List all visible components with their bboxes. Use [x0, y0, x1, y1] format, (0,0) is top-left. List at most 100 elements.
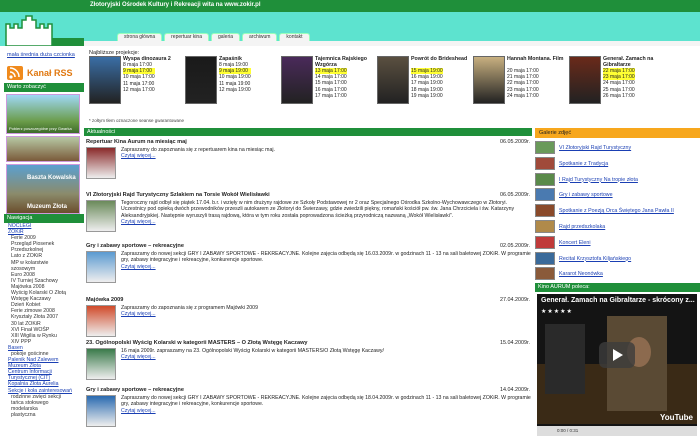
movie-poster[interactable]	[473, 56, 505, 104]
movie-poster[interactable]	[569, 56, 601, 104]
movie-card[interactable]: Generał. Zamach na Gibraltarze 22 maja 17…	[569, 56, 663, 118]
screening-date: 10 maja 19:00	[219, 74, 251, 81]
gallery-link[interactable]: Spotkanie z Tradycja	[559, 161, 608, 167]
read-more-link[interactable]: Czytaj więcej...	[121, 219, 531, 225]
gallery-link[interactable]: Spotkanie z Poezją Orca Świętego Jana Pa…	[559, 208, 674, 214]
read-more-link[interactable]: Czytaj więcej...	[121, 354, 531, 360]
movie-poster[interactable]	[281, 56, 313, 104]
video-time: 0:00 / 0:31	[557, 428, 579, 433]
read-more-link[interactable]: Czytaj więcej...	[121, 408, 531, 414]
movie-title[interactable]: Tajemnica Rajskiego Wzgórza	[315, 56, 379, 68]
thumb-banner-2[interactable]	[6, 136, 80, 162]
news-image[interactable]	[86, 395, 116, 427]
read-more-link[interactable]: Czytaj więcej...	[121, 153, 531, 159]
news-title[interactable]: VI Złotoryjski Rajd Turystyczny Szlakiem…	[86, 192, 270, 198]
news-image[interactable]	[86, 348, 116, 380]
tab-cinema[interactable]: repertuar kina	[164, 33, 209, 41]
castle-logo-icon[interactable]	[4, 14, 84, 46]
news-body: Zapraszamy do nowej sekcji GRY I ZABAWY …	[121, 251, 531, 264]
gallery-thumbnail[interactable]	[535, 235, 555, 249]
news-title[interactable]: Majówka 2009	[86, 297, 123, 303]
gallery-link[interactable]: Gry i zabawy sportowe	[559, 192, 613, 198]
tab-gallery[interactable]: galeria	[211, 33, 241, 41]
screening-date: 24 maja 17:00	[603, 80, 635, 87]
gallery-item[interactable]: Gry i zabawy sportowe	[535, 188, 695, 202]
tab-contact[interactable]: kontakt	[279, 33, 310, 41]
gallery-thumbnail[interactable]	[535, 267, 555, 281]
movie-poster[interactable]	[377, 56, 409, 104]
gallery-link[interactable]: I Rajd Turystyczny Na tropie złota	[559, 177, 638, 183]
news-title[interactable]: Gry i zabawy sportowe – rekreacyjne	[86, 243, 184, 249]
movie-card[interactable]: Wyspa dinozaura 28 maja 17:00 9 maja 17:0…	[89, 56, 183, 118]
gallery-thumbnail[interactable]	[535, 220, 555, 233]
screening-date: 11 maja 17:00	[123, 80, 155, 87]
read-more-link[interactable]: Czytaj więcej...	[121, 264, 531, 270]
movie-card[interactable]: Tajemnica Rajskiego Wzgórza 13 maja 17:00…	[281, 56, 375, 118]
rss-link[interactable]: Kanał RSS	[7, 66, 73, 80]
gallery-thumbnail[interactable]	[535, 251, 555, 265]
gallery-item[interactable]: Recital Krzysztofa Kiljańskiego	[535, 251, 695, 266]
gallery-link[interactable]: Recital Krzysztofa Kiljańskiego	[559, 256, 631, 262]
news-image[interactable]	[86, 251, 116, 283]
gallery-thumbnail[interactable]	[535, 172, 555, 186]
video-player[interactable]: Generał. Zamach na Gibraltarze - skrócon…	[537, 294, 697, 436]
gallery-link[interactable]: Koncert Eleni	[559, 240, 591, 246]
news-text: Tegoroczny rajd odbył się piątek 17.04. …	[121, 200, 531, 225]
news-title[interactable]: 23. Ogólnopolski Wyścig Kolarski w kateg…	[86, 340, 308, 346]
gallery-link[interactable]: Rajd przedszkolaka	[559, 224, 605, 230]
movie-dates: 8 maja 17:00 9 maja 17:00 10 maja 17:00 11 …	[123, 62, 155, 93]
gallery-thumbnail[interactable]	[535, 156, 555, 170]
gallery-thumbnail[interactable]	[535, 188, 555, 202]
news-image[interactable]	[86, 147, 116, 179]
news-title[interactable]: Repertuar Kina Aurum na miesiąc maj	[86, 139, 187, 145]
screening-date: 17 maja 19:00	[411, 80, 443, 87]
news-body: Tegoroczny rajd odbył się piątek 17.04. …	[121, 200, 515, 219]
gallery-item[interactable]: Spotkanie z Poezją Orca Świętego Jana Pa…	[535, 204, 695, 218]
movie-card[interactable]: Zapaśnik 8 maja 19:00 9 maja 19:00 10 maja …	[185, 56, 279, 118]
video-title: Generał. Zamach na Gibraltarze - skrócon…	[541, 297, 695, 304]
movie-title[interactable]: Generał. Zamach na Gibraltarze	[603, 56, 667, 68]
gallery-item[interactable]: Kararot Neonówka	[535, 267, 695, 281]
news-date: 06.05.2009r.	[500, 139, 530, 145]
movie-dates: 20 maja 17:00 21 maja 17:00 22 maja 17:00 2…	[507, 68, 539, 99]
news-text: Zapraszamy do zapoznania się z programem…	[121, 305, 531, 318]
thumb-caption-1: Pobierz poszczególne przy Gwarka	[9, 126, 72, 131]
news-image[interactable]	[86, 200, 116, 232]
gallery-thumbnail[interactable]	[535, 141, 555, 154]
gallery-item[interactable]: Koncert Eleni	[535, 235, 695, 250]
news-heading: Aktualności	[84, 128, 532, 136]
thumb-baszta[interactable]: Baszta Kowalska Muzeum Złota	[6, 164, 80, 214]
video-controls[interactable]: 0:00 / 0:31	[537, 426, 697, 436]
gallery-item[interactable]: VI Złotoryjski Rajd Turystyczny	[535, 141, 695, 155]
nav-item[interactable]: Sekcje i koła zainteresowań	[8, 388, 72, 394]
movie-title[interactable]: Powrót do Brideshead	[411, 56, 475, 62]
tab-archive[interactable]: archiwum	[242, 33, 278, 41]
gallery-item[interactable]: Spotkanie z Tradycja	[535, 156, 695, 171]
nav-item[interactable]: plastyczna	[8, 412, 72, 418]
news-item: 23. Ogólnopolski Wyścig Kolarski w kateg…	[86, 340, 532, 388]
gallery-link[interactable]: Kararot Neonówka	[559, 271, 603, 277]
news-text: Zapraszamy do nowej sekcji GRY I ZABAWY …	[121, 395, 531, 414]
movie-poster[interactable]	[89, 56, 121, 104]
movie-card[interactable]: Powrót do Brideshead 15 maja 19:00 16 maja…	[377, 56, 471, 118]
gallery-item[interactable]: I Rajd Turystyczny Na tropie złota	[535, 172, 695, 187]
movie-card[interactable]: Hannah Montana. Film 20 maja 17:00 21 maja…	[473, 56, 567, 118]
gallery-heading: Galerie zdjęć	[535, 128, 700, 138]
gallery-thumbnail[interactable]	[535, 204, 555, 218]
read-more-link[interactable]: Czytaj więcej...	[121, 311, 531, 317]
gallery-item[interactable]: Rajd przedszkolaka	[535, 220, 695, 234]
play-button[interactable]	[599, 342, 635, 368]
movie-title[interactable]: Hannah Montana. Film	[507, 56, 571, 62]
youtube-logo[interactable]: YouTube	[660, 413, 693, 422]
movie-poster[interactable]	[185, 56, 217, 104]
top-nav: strona główna repertuar kina galeria arc…	[117, 33, 310, 41]
news-title[interactable]: Gry i zabawy sportowe – rekreacyjne	[86, 387, 184, 393]
gallery-link[interactable]: VI Złotoryjski Rajd Turystyczny	[559, 145, 631, 151]
thumb-banner-1[interactable]: Pobierz poszczególne przy Gwarka	[6, 94, 80, 134]
screening-date: 19 maja 19:00	[411, 92, 443, 99]
font-size-links[interactable]: mała średnia duża czcionka	[7, 52, 75, 58]
welcome-text: Złotoryjski Ośrodek Kultury i Rekreacji …	[90, 2, 261, 8]
news-image[interactable]	[86, 305, 116, 337]
news-item: Gry i zabawy sportowe – rekreacyjne 02.05…	[86, 243, 532, 291]
tab-home[interactable]: strona główna	[117, 33, 163, 41]
